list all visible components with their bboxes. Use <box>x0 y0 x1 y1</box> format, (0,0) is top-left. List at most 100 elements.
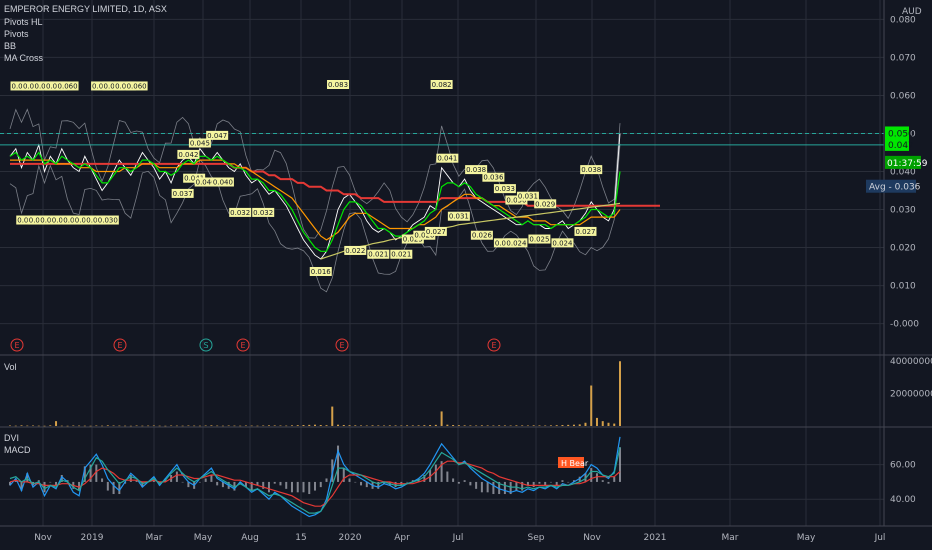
volume-bar <box>296 425 299 426</box>
indicator-bb[interactable]: BB <box>4 41 16 51</box>
volume-bar <box>216 425 219 427</box>
volume-bar <box>555 425 558 426</box>
histogram-bar <box>319 481 322 488</box>
volume-bar <box>227 425 230 427</box>
pivot-high-label: 0.082 <box>432 81 452 89</box>
histogram-bar <box>452 478 455 482</box>
volume-bar <box>262 425 265 427</box>
volume-bar <box>509 425 512 427</box>
time-tick-label: Aug <box>241 533 259 543</box>
histogram-bar <box>273 481 276 484</box>
time-tick-label: 15 <box>295 533 306 543</box>
pivot-low-label: 0.016 <box>311 268 332 276</box>
earnings-marker-label: E <box>14 341 19 350</box>
pivot-high-label: 0.036 <box>483 174 504 182</box>
volume-bar <box>331 406 334 426</box>
histogram-bar <box>457 481 460 484</box>
histogram-bar <box>486 481 489 493</box>
volume-bar <box>452 425 455 426</box>
volume-bar <box>285 425 288 427</box>
histogram-bar <box>607 481 610 484</box>
histogram-bar <box>348 478 351 482</box>
time-tick-label: Nov <box>34 533 52 543</box>
volume-bar <box>20 425 23 426</box>
volume-bar <box>584 422 587 426</box>
pivot-low-label: 0.032 <box>253 209 273 217</box>
volume-bar <box>175 425 178 427</box>
volume-bar <box>463 425 466 426</box>
volume-bar <box>360 425 363 426</box>
pivot-high-label: 0.060 <box>127 82 147 90</box>
volume-bar <box>152 425 155 427</box>
volume-tick-label: 20000000.0 <box>890 390 932 400</box>
pivot-low-label: 0.027 <box>575 228 595 236</box>
histogram-bar <box>515 481 518 491</box>
indicator-pivots-hl[interactable]: Pivots HL <box>4 17 43 27</box>
histogram-bar <box>308 481 311 495</box>
volume-bar <box>475 425 478 427</box>
indicator-ma-cross[interactable]: MA Cross <box>4 53 44 63</box>
volume-bar <box>498 425 501 426</box>
pivot-low-label: 0.021 <box>368 251 388 259</box>
volume-bar <box>400 425 403 427</box>
histogram-bar <box>595 473 598 482</box>
histogram-bar <box>549 481 552 483</box>
volume-bar <box>544 425 547 427</box>
volume-bar <box>55 421 58 426</box>
volume-bar <box>434 424 437 426</box>
price-tick-label: 0.030 <box>890 206 916 216</box>
pivot-high-label: 0.042 <box>178 151 198 159</box>
pivot-low-label: 0.021 <box>391 251 411 259</box>
volume-bar <box>354 425 357 426</box>
time-tick-label: Jul <box>874 533 886 543</box>
histogram-bar <box>394 481 397 488</box>
pivot-low-label: 0.032 <box>230 209 250 217</box>
volume-bar <box>394 425 397 426</box>
volume-pane-title: Vol <box>4 362 17 372</box>
histogram-bar <box>601 480 604 482</box>
histogram-bar <box>613 476 616 482</box>
volume-bar <box>595 417 598 426</box>
volume-bar <box>124 425 127 427</box>
pivot-high-label: 0.047 <box>207 132 227 140</box>
volume-bar <box>101 425 104 427</box>
volume-bar <box>198 425 201 427</box>
histogram-bar <box>503 481 506 495</box>
volume-bar <box>469 425 472 426</box>
volume-bar <box>561 425 564 426</box>
volume-bar <box>549 425 552 426</box>
volume-bar <box>377 425 380 426</box>
volume-bar <box>43 425 46 427</box>
volume-bar <box>66 425 69 427</box>
pivot-high-label: 0.033 <box>495 185 515 193</box>
histogram-bar <box>216 481 219 486</box>
volume-bar <box>221 425 224 427</box>
volume-bar <box>78 425 81 427</box>
volume-bar <box>290 425 293 426</box>
histogram-bar <box>492 481 495 495</box>
volume-bar <box>578 424 581 426</box>
volume-bar <box>187 425 190 427</box>
volume-bar <box>72 425 75 427</box>
volume-bar <box>619 361 621 426</box>
volume-bar <box>601 421 604 426</box>
histogram-bar <box>181 481 184 483</box>
earnings-marker-label: E <box>117 341 122 350</box>
volume-bar <box>572 424 575 426</box>
volume-bar <box>273 425 276 426</box>
volume-bar <box>250 425 253 427</box>
pivot-low-label: 0.024 <box>506 239 527 247</box>
avg-price-tag: Avg - 0.036 <box>869 183 921 193</box>
volume-bar <box>348 425 351 426</box>
indicator-pivots[interactable]: Pivots <box>4 29 29 39</box>
time-tick-label: Jul <box>452 533 464 543</box>
histogram-bar <box>325 478 328 482</box>
price-tick-label: 0.010 <box>890 282 916 292</box>
histogram-bar <box>360 481 363 486</box>
pivot-high-label: 0.038 <box>581 166 601 174</box>
chart-title: EMPEROR ENERGY LIMITED, 1D, ASX <box>4 4 167 14</box>
volume-bar <box>342 425 345 426</box>
time-tick-label: May <box>194 533 213 543</box>
volume-bar <box>9 425 11 427</box>
histogram-bar <box>106 481 109 491</box>
